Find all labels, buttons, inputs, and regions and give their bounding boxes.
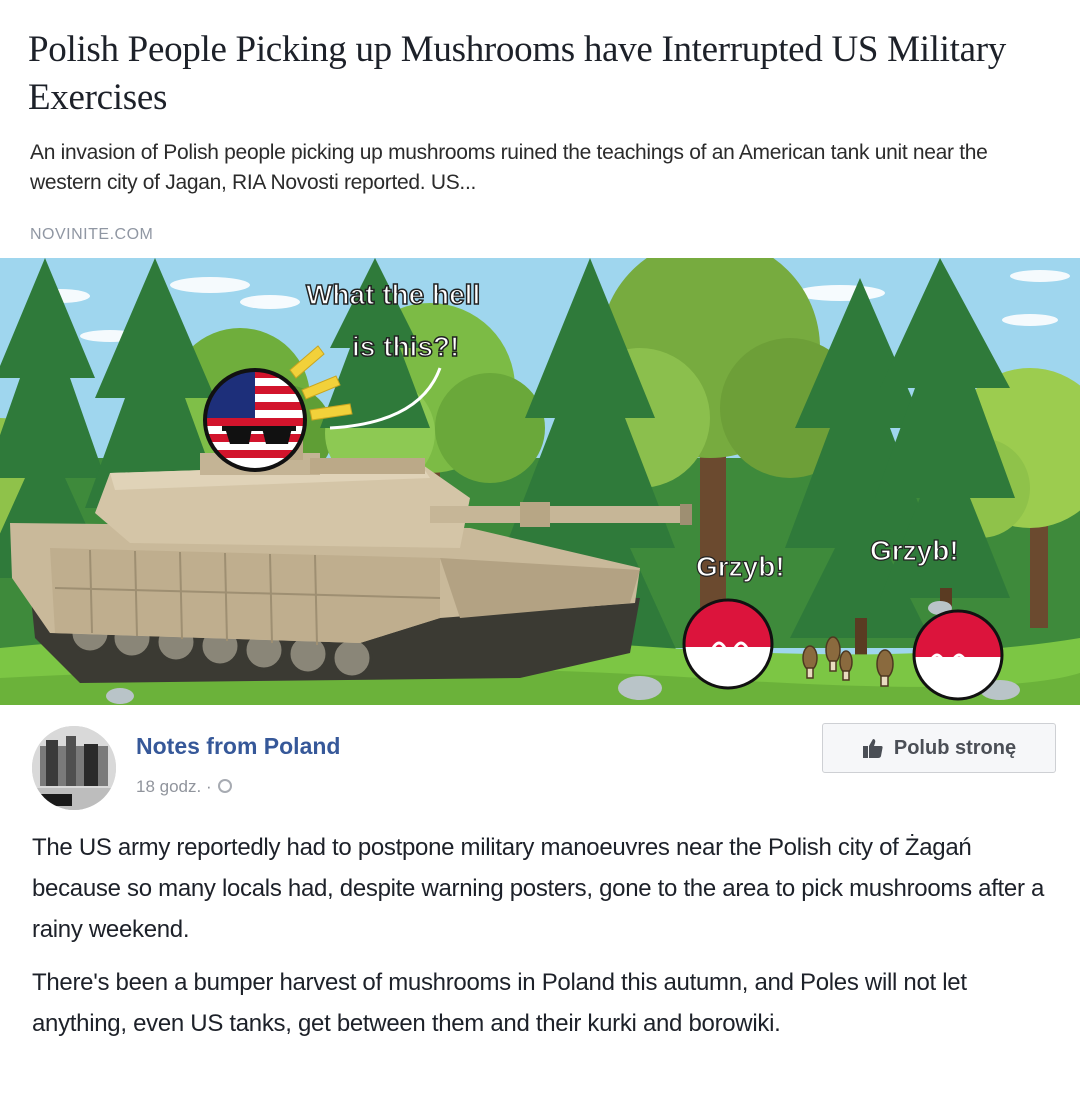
like-page-button[interactable]: Polub stronę: [822, 723, 1056, 773]
globe-icon: [218, 779, 233, 793]
page-avatar[interactable]: [32, 726, 116, 810]
link-preview-card[interactable]: Polish People Picking up Mushrooms have …: [0, 0, 1080, 259]
like-page-label: Polub stronę: [893, 736, 1017, 759]
page-name-link[interactable]: Notes from Poland: [136, 733, 340, 760]
meta-separator: ·: [205, 777, 212, 796]
article-domain: NOVINITE.COM: [30, 226, 154, 243]
post-paragraph-2: There's been a bumper harvest of mushroo…: [32, 969, 967, 1037]
usa-speech-line-1: What the hell: [306, 279, 480, 310]
post-meta: 18 godz. ·: [136, 777, 233, 797]
usa-speech-line-2: is this?!: [352, 331, 459, 362]
post-body: The US army reportedly had to postpone m…: [32, 827, 1052, 1056]
post-time[interactable]: 18 godz.: [136, 777, 201, 796]
article-title[interactable]: Polish People Picking up Mushrooms have …: [28, 26, 1048, 122]
thumbs-up-icon: [862, 737, 884, 759]
facebook-post: Notes from Poland 18 godz. · Polub stron…: [0, 705, 1080, 1107]
poland-left-speech: Grzyb!: [696, 551, 785, 582]
article-image[interactable]: What the hell is this?! Grzyb! Grzyb!: [0, 258, 1080, 705]
article-description: An invasion of Polish people picking up …: [30, 141, 988, 194]
poland-right-speech: Grzyb!: [870, 535, 959, 566]
post-paragraph-1: The US army reportedly had to postpone m…: [32, 834, 1045, 943]
